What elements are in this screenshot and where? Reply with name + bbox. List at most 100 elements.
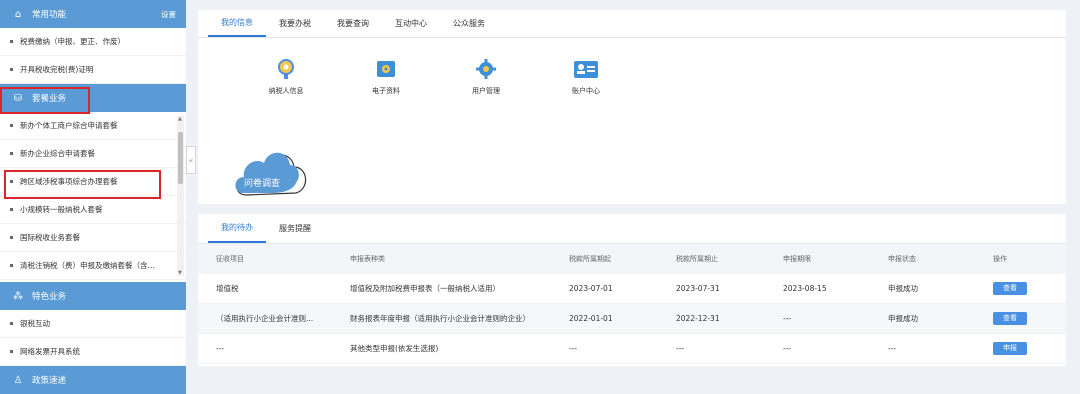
cell: --- bbox=[765, 333, 870, 364]
e-document-icon bbox=[377, 61, 395, 77]
tab-do-tax[interactable]: 我要办税 bbox=[266, 10, 324, 37]
icon-label: 纳税人信息 bbox=[268, 87, 304, 95]
section-common-title: 常用功能 bbox=[32, 10, 67, 20]
sidebar-item-new-individual[interactable]: 新办个体工商户综合申请套餐 bbox=[0, 112, 186, 140]
cell: 申报成功 bbox=[870, 274, 975, 304]
icon-label: 电子资料 bbox=[372, 87, 400, 95]
sidebar-item-label: 国际税收业务套餐 bbox=[20, 233, 80, 242]
sidebar-item-tax-payment[interactable]: 税费缴纳（申报、更正、作废） bbox=[0, 28, 186, 56]
cell: 增值税 bbox=[198, 274, 332, 304]
top-tabs: 我的信息 我要办税 我要查询 互动中心 公众服务 bbox=[198, 10, 1066, 38]
todo-panel: 我的待办 服务提醒 征收项目 申报表种类 税款所属期起 税款所属期止 申报期限 … bbox=[198, 214, 1066, 366]
bullet-icon bbox=[10, 152, 13, 155]
col-period-start: 税款所属期起 bbox=[551, 244, 658, 274]
bullet-icon bbox=[10, 124, 13, 127]
bullet-icon bbox=[10, 208, 13, 211]
tab-service-reminder[interactable]: 服务提醒 bbox=[266, 214, 324, 243]
home-icon: ⌂ bbox=[14, 8, 22, 20]
grid-icon: ⁂ bbox=[13, 290, 23, 302]
col-tax-item: 征收项目 bbox=[198, 244, 332, 274]
cell-action: 查看 bbox=[975, 303, 1066, 334]
table-row: --- 其他类型申报(依发生选报) --- --- --- --- 申报 bbox=[198, 333, 1066, 364]
sidebar-item-label: 开具税收完税(费)证明 bbox=[20, 65, 94, 74]
collapse-sidebar-button[interactable]: « bbox=[186, 146, 196, 174]
col-deadline: 申报期限 bbox=[765, 244, 870, 274]
scroll-down-icon[interactable]: ▼ bbox=[178, 270, 182, 276]
cell: 2022-12-31 bbox=[658, 303, 765, 334]
tab-public-service[interactable]: 公众服务 bbox=[440, 10, 498, 37]
user-management-button[interactable]: 用户管理 bbox=[436, 58, 536, 96]
package-scrollbar[interactable]: ▲ ▼ bbox=[177, 116, 184, 276]
cloud-icon bbox=[235, 152, 307, 196]
sidebar-item-deregistration[interactable]: 清税注销税（费）申报及缴纳套餐（含… bbox=[0, 252, 186, 280]
view-button[interactable]: 查看 bbox=[993, 282, 1027, 295]
cell: 2023-07-31 bbox=[658, 274, 765, 304]
sidebar-item-new-enterprise[interactable]: 新办企业综合申请套餐 bbox=[0, 140, 186, 168]
bullet-icon bbox=[10, 264, 13, 267]
cell-action: 查看 bbox=[975, 274, 1066, 304]
cell: 2023-08-15 bbox=[765, 274, 870, 304]
survey-label: 问卷调查 bbox=[244, 179, 281, 189]
bullet-icon bbox=[10, 322, 13, 325]
e-document-button[interactable]: 电子资料 bbox=[336, 58, 436, 96]
sidebar-item-label: 税费缴纳（申报、更正、作废） bbox=[20, 37, 125, 46]
sidebar-item-label: 银税互动 bbox=[20, 319, 50, 328]
icon-label: 用户管理 bbox=[472, 87, 500, 95]
section-policy-title: 政策速递 bbox=[32, 376, 67, 386]
sidebar-item-small-to-general[interactable]: 小规模转一般纳税人套餐 bbox=[0, 196, 186, 224]
tab-my-todo[interactable]: 我的待办 bbox=[208, 214, 266, 243]
taxpayer-info-icon bbox=[278, 59, 294, 79]
sidebar-item-label: 清税注销税（费）申报及缴纳套餐（含… bbox=[20, 261, 155, 270]
account-center-button[interactable]: 账户中心 bbox=[536, 58, 636, 96]
scroll-up-icon[interactable]: ▲ bbox=[178, 116, 182, 122]
col-action: 操作 bbox=[975, 244, 1066, 274]
table-row: 增值税 增值税及附加税费申报表（一般纳税人适用） 2023-07-01 2023… bbox=[198, 274, 1066, 304]
highlight-box-cross-region bbox=[4, 170, 161, 199]
cell: 申报成功 bbox=[870, 303, 975, 334]
col-status: 申报状态 bbox=[870, 244, 975, 274]
tab-query[interactable]: 我要查询 bbox=[324, 10, 382, 37]
cell: （适用执行小企业会计准则... bbox=[198, 303, 332, 334]
person-icon: ♙ bbox=[13, 374, 23, 386]
bullet-icon bbox=[10, 236, 13, 239]
section-special-title: 特色业务 bbox=[32, 292, 67, 302]
section-special-header[interactable]: ⁂ 特色业务 bbox=[0, 282, 186, 310]
account-center-icon bbox=[574, 61, 598, 78]
table-row: （适用执行小企业会计准则... 财务报表年度申报（适用执行小企业会计准则的企业）… bbox=[198, 303, 1066, 334]
highlight-box-package bbox=[0, 87, 90, 114]
bullet-icon bbox=[10, 68, 13, 71]
quick-icons: 纳税人信息 电子资料 用户管理 账户中心 bbox=[236, 58, 636, 96]
tab-my-info[interactable]: 我的信息 bbox=[208, 10, 266, 37]
cell-action: 申报 bbox=[975, 333, 1066, 364]
cell: 其他类型申报(依发生选报) bbox=[332, 333, 551, 364]
cell: 增值税及附加税费申报表（一般纳税人适用） bbox=[332, 274, 551, 304]
settings-link[interactable]: 设置 bbox=[161, 9, 176, 20]
sidebar-item-international[interactable]: 国际税收业务套餐 bbox=[0, 224, 186, 252]
todo-table: 征收项目 申报表种类 税款所属期起 税款所属期止 申报期限 申报状态 操作 增值… bbox=[198, 244, 1066, 364]
bullet-icon bbox=[10, 40, 13, 43]
col-period-end: 税款所属期止 bbox=[658, 244, 765, 274]
taxpayer-info-button[interactable]: 纳税人信息 bbox=[236, 58, 336, 96]
cell: 财务报表年度申报（适用执行小企业会计准则的企业） bbox=[332, 303, 551, 334]
sidebar-item-label: 网络发票开具系统 bbox=[20, 347, 80, 356]
sidebar-item-bank-tax[interactable]: 银税互动 bbox=[0, 310, 186, 338]
bullet-icon bbox=[10, 350, 13, 353]
cell: --- bbox=[198, 333, 332, 364]
section-policy-header[interactable]: ♙ 政策速递 bbox=[0, 366, 186, 394]
sidebar-item-tax-certificate[interactable]: 开具税收完税(费)证明 bbox=[0, 56, 186, 84]
declare-button[interactable]: 申报 bbox=[993, 342, 1027, 355]
user-management-icon bbox=[476, 59, 496, 79]
survey-button[interactable]: 问卷调查 bbox=[232, 145, 312, 202]
cell: 2022-01-01 bbox=[551, 303, 658, 334]
col-form-type: 申报表种类 bbox=[332, 244, 551, 274]
icon-label: 账户中心 bbox=[572, 87, 600, 95]
tab-interaction[interactable]: 互动中心 bbox=[382, 10, 440, 37]
sidebar-item-e-invoice[interactable]: 网络发票开具系统 bbox=[0, 338, 186, 366]
sidebar-item-label: 新办企业综合申请套餐 bbox=[20, 149, 95, 158]
view-button[interactable]: 查看 bbox=[993, 312, 1027, 325]
my-info-panel: 我的信息 我要办税 我要查询 互动中心 公众服务 纳税人信息 电子资料 用户管理… bbox=[198, 10, 1066, 204]
cell: --- bbox=[658, 333, 765, 364]
section-common-header[interactable]: ⌂ 常用功能 设置 bbox=[0, 0, 186, 28]
sidebar-item-label: 小规模转一般纳税人套餐 bbox=[20, 205, 103, 214]
scroll-thumb[interactable] bbox=[178, 132, 183, 184]
